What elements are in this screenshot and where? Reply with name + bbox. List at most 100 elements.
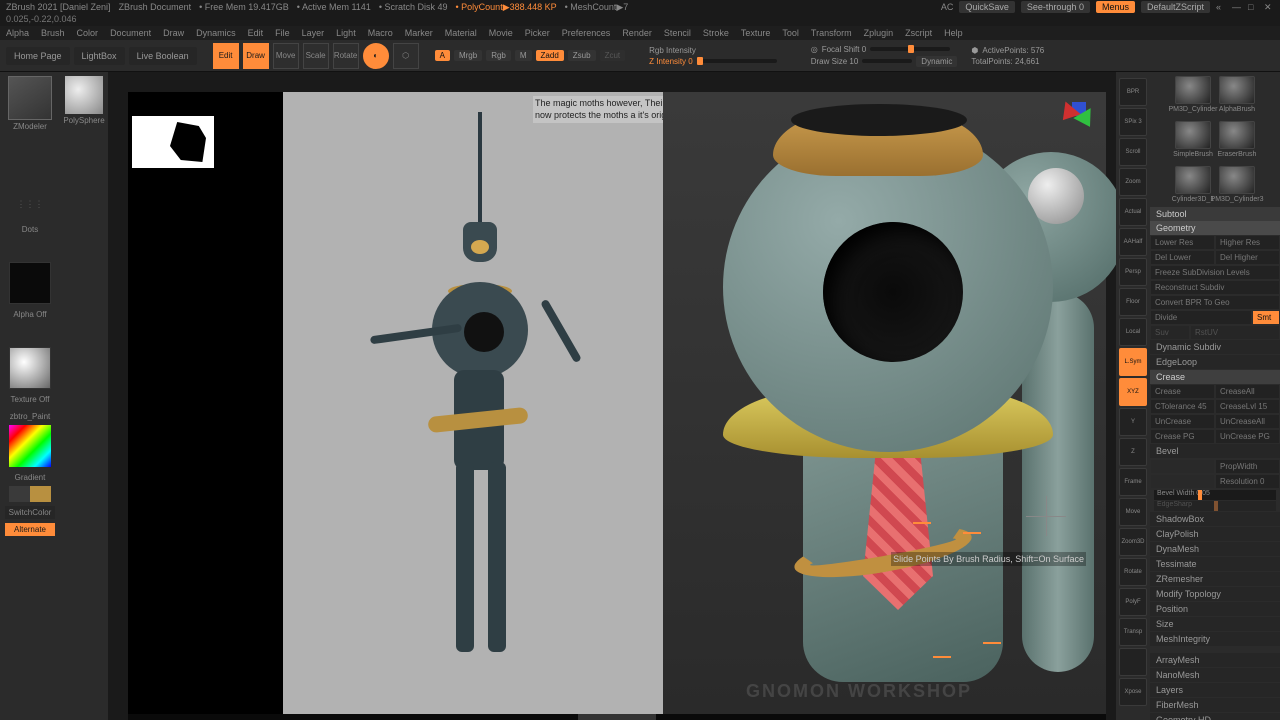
edgesharp-slider[interactable]: EdgeSharp	[1154, 501, 1276, 511]
maximize-icon[interactable]: □	[1248, 2, 1258, 12]
geo-lower-res[interactable]: Lower Res	[1150, 235, 1215, 250]
polysphere-tile[interactable]	[65, 76, 103, 114]
texture-swatch[interactable]	[9, 347, 51, 389]
minimize-icon[interactable]: —	[1232, 2, 1242, 12]
panel-nanomesh[interactable]: NanoMesh	[1150, 668, 1280, 683]
focal-shift-slider[interactable]: ◎ Focal Shift 0	[811, 45, 958, 54]
menu-file[interactable]: File	[275, 28, 290, 38]
menu-transform[interactable]: Transform	[811, 28, 852, 38]
live-boolean-tab[interactable]: Live Boolean	[129, 47, 197, 65]
crease-ctolerance-45[interactable]: CTolerance 45	[1150, 399, 1215, 414]
z-intensity-slider[interactable]: Z Intensity 0	[649, 57, 777, 66]
menus-toggle[interactable]: Menus	[1096, 1, 1135, 13]
lightbox-tab[interactable]: LightBox	[74, 47, 125, 65]
rgb-pill[interactable]: Rgb	[486, 50, 511, 61]
panel-fibermesh[interactable]: FiberMesh	[1150, 698, 1280, 713]
menu-layer[interactable]: Layer	[302, 28, 325, 38]
panel-meshintegrity[interactable]: MeshIntegrity	[1150, 632, 1280, 647]
shelf-aahalf[interactable]: AAHalf	[1119, 228, 1147, 256]
brush-pm3d_cylinder3[interactable]: PM3D_Cylinder3	[1217, 166, 1257, 203]
bevel-resolution-0[interactable]: Resolution 0	[1215, 474, 1280, 489]
subtool-header[interactable]: Subtool	[1150, 207, 1280, 221]
suv-toggle[interactable]: Suv	[1150, 325, 1190, 340]
rstuv-toggle[interactable]: RstUV	[1190, 325, 1280, 340]
bevel-width-slider[interactable]: Bevel Width 0.05	[1154, 490, 1276, 500]
shelf-move[interactable]: Move	[1119, 498, 1147, 526]
shelf-z[interactable]: Z	[1119, 438, 1147, 466]
alpha-swatch[interactable]	[9, 262, 51, 304]
seethrough-slider[interactable]: See-through 0	[1021, 1, 1090, 13]
rgb-intensity-slider[interactable]: Rgb Intensity	[649, 46, 777, 55]
shelf-y[interactable]: Y	[1119, 408, 1147, 436]
shelf-xyz[interactable]: XYZ	[1119, 378, 1147, 406]
menu-draw[interactable]: Draw	[163, 28, 184, 38]
geo-convert-bpr-to-geo[interactable]: Convert BPR To Geo	[1150, 295, 1280, 310]
brush-alphabrush[interactable]: AlphaBrush	[1217, 76, 1257, 113]
geo-del-lower[interactable]: Del Lower	[1150, 250, 1215, 265]
menu-alpha[interactable]: Alpha	[6, 28, 29, 38]
panel-tessimate[interactable]: Tessimate	[1150, 557, 1280, 572]
crease-creaseall[interactable]: CreaseAll	[1215, 384, 1280, 399]
brush-pm3d_cylinder[interactable]: PM3D_Cylinder	[1173, 76, 1213, 113]
menu-stencil[interactable]: Stencil	[664, 28, 691, 38]
shelf-persp[interactable]: Persp	[1119, 258, 1147, 286]
menu-render[interactable]: Render	[622, 28, 652, 38]
menu-texture[interactable]: Texture	[741, 28, 771, 38]
geo-freeze-subdivision-levels[interactable]: Freeze SubDivision Levels	[1150, 265, 1280, 280]
brush-eraserbrush[interactable]: EraserBrush	[1217, 121, 1257, 158]
edit-mode-button[interactable]: Edit	[213, 43, 239, 69]
shelf-blank[interactable]	[1119, 648, 1147, 676]
geo-reconstruct-subdiv[interactable]: Reconstruct Subdiv	[1150, 280, 1280, 295]
menu-zscript[interactable]: Zscript	[905, 28, 932, 38]
panel-size[interactable]: Size	[1150, 617, 1280, 632]
menu-stroke[interactable]: Stroke	[703, 28, 729, 38]
panel-dynamesh[interactable]: DynaMesh	[1150, 542, 1280, 557]
shelf-xpose[interactable]: Xpose	[1119, 678, 1147, 706]
bevel-item[interactable]: Bevel	[1150, 444, 1280, 459]
shelf-rotate[interactable]: Rotate	[1119, 558, 1147, 586]
brush-simplebrush[interactable]: SimpleBrush	[1173, 121, 1213, 158]
shelf-transp[interactable]: Transp	[1119, 618, 1147, 646]
reference-thumbnail[interactable]	[132, 116, 214, 168]
shelf-lsym[interactable]: L.Sym	[1119, 348, 1147, 376]
smt-toggle[interactable]: Smt	[1252, 310, 1280, 325]
shelf-frame[interactable]: Frame	[1119, 468, 1147, 496]
menu-brush[interactable]: Brush	[41, 28, 65, 38]
panel-arraymesh[interactable]: ArrayMesh	[1150, 653, 1280, 668]
alternate-button[interactable]: Alternate	[5, 523, 55, 536]
menu-zplugin[interactable]: Zplugin	[864, 28, 894, 38]
shelf-zoom3d[interactable]: Zoom3D	[1119, 528, 1147, 556]
color-picker[interactable]	[9, 425, 51, 467]
a-pill[interactable]: A	[435, 50, 450, 61]
color-swatches[interactable]	[9, 486, 51, 502]
home-page-tab[interactable]: Home Page	[6, 47, 70, 65]
geo-higher-res[interactable]: Higher Res	[1215, 235, 1280, 250]
gizmo-toggle[interactable]: ◐	[363, 43, 389, 69]
bevel-blank[interactable]	[1150, 474, 1215, 489]
panel-layers[interactable]: Layers	[1150, 683, 1280, 698]
switch-color-button[interactable]: SwitchColor	[5, 506, 55, 519]
menu-tool[interactable]: Tool	[782, 28, 799, 38]
canvas[interactable]: The magic moths however, Their magic tur…	[108, 72, 1116, 720]
scale-mode-button[interactable]: Scale	[303, 43, 329, 69]
mrgb-pill[interactable]: Mrgb	[454, 50, 482, 61]
zsub-pill[interactable]: Zsub	[568, 50, 596, 61]
zmodeler-tile[interactable]	[8, 76, 52, 120]
shelf-local[interactable]: Local	[1119, 318, 1147, 346]
crease-creaselvl-15[interactable]: CreaseLvl 15	[1215, 399, 1280, 414]
zcut-pill[interactable]: Zcut	[600, 50, 626, 61]
timeline[interactable]	[128, 714, 1106, 720]
crease-header[interactable]: Crease	[1150, 370, 1280, 384]
panel-claypolish[interactable]: ClayPolish	[1150, 527, 1280, 542]
menu-preferences[interactable]: Preferences	[562, 28, 611, 38]
bevel-propwidth[interactable]: PropWidth	[1215, 459, 1280, 474]
shelf-floor[interactable]: Floor	[1119, 288, 1147, 316]
crease-crease-pg[interactable]: Crease PG	[1150, 429, 1215, 444]
menu-marker[interactable]: Marker	[405, 28, 433, 38]
shelf-polyf[interactable]: PolyF	[1119, 588, 1147, 616]
quicksave-button[interactable]: QuickSave	[959, 1, 1015, 13]
panel-position[interactable]: Position	[1150, 602, 1280, 617]
3d-viewport[interactable]: Slide Points By Brush Radius, Shift=On S…	[663, 92, 1106, 716]
shelf-actual[interactable]: Actual	[1119, 198, 1147, 226]
sculptris-toggle[interactable]: ⬡	[393, 43, 419, 69]
